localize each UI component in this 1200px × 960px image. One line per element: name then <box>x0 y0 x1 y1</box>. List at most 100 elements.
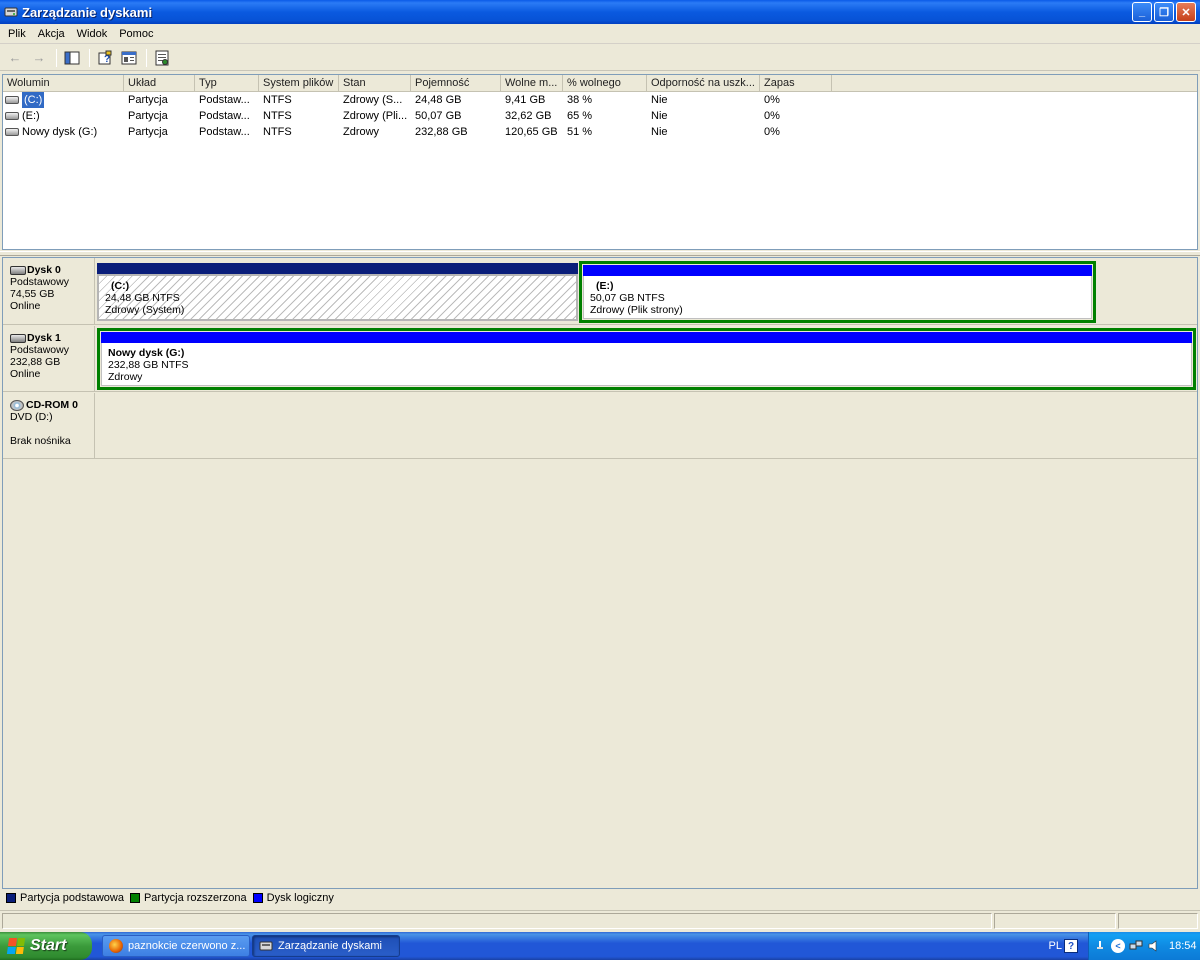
network-icon[interactable] <box>1129 939 1143 953</box>
fault-tolerance-cell: Nie <box>651 110 668 122</box>
properties-icon <box>121 51 137 64</box>
minimize-button[interactable]: _ <box>1132 2 1152 22</box>
partition-status: Zdrowy (Plik strony) <box>590 304 683 316</box>
type-cell: Podstaw... <box>199 110 250 122</box>
column-header-volume[interactable]: Wolumin <box>3 75 124 92</box>
partition-status: Zdrowy <box>108 371 143 383</box>
disk-name: CD-ROM 0 <box>26 399 78 411</box>
volume-icon[interactable] <box>1147 939 1161 953</box>
layout-cell: Partycja <box>128 126 168 138</box>
logical-drive-e[interactable]: (E:) 50,07 GB NTFS Zdrowy (Plik strony) <box>583 265 1092 319</box>
column-header-layout[interactable]: Układ <box>124 75 195 92</box>
table-row[interactable]: (E:) Partycja Podstaw... NTFS Zdrowy (Pl… <box>3 108 1197 124</box>
disk-management-icon <box>4 5 18 19</box>
disk-row-cdrom[interactable]: CD-ROM 0 DVD (D:) Brak nośnika <box>3 393 1197 459</box>
free-space-cell: 9,41 GB <box>505 94 546 106</box>
help-topic-button[interactable]: ? <box>94 48 116 68</box>
clock[interactable]: 18:54 <box>1169 940 1197 952</box>
restore-button[interactable]: ❐ <box>1154 2 1174 22</box>
drive-icon <box>5 96 19 104</box>
back-arrow-icon: ← <box>8 50 22 65</box>
layout-cell: Partycja <box>128 110 168 122</box>
legend-item-primary: Partycja podstawowa <box>4 892 124 904</box>
console-tree-icon <box>64 51 80 64</box>
type-cell: Podstaw... <box>199 126 250 138</box>
disk-status: Online <box>10 300 41 312</box>
show-hide-console-tree-button[interactable] <box>61 48 83 68</box>
logical-drive-bar <box>101 332 1192 343</box>
menu-bar: Plik Akcja Widok Pomoc <box>0 24 1200 44</box>
pane-splitter[interactable] <box>0 251 1200 256</box>
disk-0-label[interactable]: Dysk 0 Podstawowy 74,55 GB Online <box>3 258 95 324</box>
column-header-capacity[interactable]: Pojemność <box>411 75 501 92</box>
column-header-fault-tolerance[interactable]: Odporność na uszk... <box>647 75 760 92</box>
legend-label: Partycja rozszerzona <box>143 892 247 904</box>
disk-status: Online <box>10 368 41 380</box>
column-header-free-space[interactable]: Wolne m... <box>501 75 563 92</box>
logical-drive-g[interactable]: Nowy dysk (G:) 232,88 GB NTFS Zdrowy <box>101 332 1192 386</box>
start-label: Start <box>30 937 67 954</box>
partition-size: 232,88 GB NTFS <box>108 359 189 371</box>
status-panel <box>2 913 992 929</box>
disk-size <box>10 423 94 435</box>
column-header-status[interactable]: Stan <box>339 75 411 92</box>
cdrom-0-label[interactable]: CD-ROM 0 DVD (D:) Brak nośnika <box>3 393 95 458</box>
filesystem-cell: NTFS <box>263 126 292 138</box>
column-header-overhead[interactable]: Zapas <box>760 75 832 92</box>
chevron-left-icon[interactable]: < <box>1111 939 1125 953</box>
extended-partition[interactable]: Nowy dysk (G:) 232,88 GB NTFS Zdrowy <box>97 328 1196 390</box>
capacity-cell: 24,48 GB <box>415 94 462 106</box>
legend-swatch <box>129 893 140 903</box>
safely-remove-hardware-icon[interactable] <box>1093 939 1107 953</box>
list-settings-icon <box>155 50 169 65</box>
toolbar: ← → ? <box>0 45 1200 71</box>
partition-size: 50,07 GB NTFS <box>590 292 665 304</box>
table-row[interactable]: Nowy dysk (G:) Partycja Podstaw... NTFS … <box>3 124 1197 140</box>
disk-row-0[interactable]: Dysk 0 Podstawowy 74,55 GB Online (C:) 2… <box>3 258 1197 325</box>
taskbar-button-disk-management[interactable]: Zarządzanie dyskami <box>252 935 400 957</box>
status-cell: Zdrowy (Pli... <box>343 110 408 122</box>
hard-disk-icon <box>10 265 26 275</box>
legend-label: Dysk logiczny <box>266 892 334 904</box>
fault-tolerance-cell: Nie <box>651 94 668 106</box>
taskbar-button-firefox[interactable]: paznokcie czerwono z... <box>102 935 250 957</box>
start-button[interactable]: Start <box>0 932 92 960</box>
task-label: paznokcie czerwono z... <box>128 940 246 952</box>
hard-disk-icon <box>10 333 26 343</box>
volume-list-header: Wolumin Układ Typ System plików Stan Poj… <box>3 75 1197 92</box>
menu-action[interactable]: Akcja <box>32 28 71 40</box>
column-header-type[interactable]: Typ <box>195 75 259 92</box>
legend-swatch <box>6 893 16 903</box>
disk-1-label[interactable]: Dysk 1 Podstawowy 232,88 GB Online <box>3 326 95 391</box>
settings-view-button[interactable] <box>151 48 173 68</box>
back-button[interactable]: ← <box>4 48 26 68</box>
disk-management-icon <box>259 939 273 953</box>
menu-file[interactable]: Plik <box>2 28 32 40</box>
menu-help[interactable]: Pomoc <box>113 28 159 40</box>
extended-partition[interactable]: (E:) 50,07 GB NTFS Zdrowy (Plik strony) <box>579 261 1096 323</box>
column-header-percent-free[interactable]: % wolnego <box>563 75 647 92</box>
drive-icon <box>5 128 19 136</box>
capacity-cell: 232,88 GB <box>415 126 468 138</box>
overhead-cell: 0% <box>764 94 780 106</box>
cd-rom-icon <box>10 399 24 411</box>
menu-view[interactable]: Widok <box>71 28 114 40</box>
disk-row-1[interactable]: Dysk 1 Podstawowy 232,88 GB Online Nowy … <box>3 326 1197 392</box>
toolbar-separator <box>146 48 147 67</box>
filesystem-cell: NTFS <box>263 94 292 106</box>
partition-c[interactable]: (C:) 24,48 GB NTFS Zdrowy (System) <box>97 263 578 321</box>
volume-list[interactable]: Wolumin Układ Typ System plików Stan Poj… <box>2 74 1198 250</box>
fault-tolerance-cell: Nie <box>651 126 668 138</box>
language-indicator[interactable]: PL <box>1049 940 1062 952</box>
disk-graphical-view[interactable]: Dysk 0 Podstawowy 74,55 GB Online (C:) 2… <box>2 257 1198 889</box>
forward-button[interactable]: → <box>28 48 50 68</box>
properties-button[interactable] <box>118 48 140 68</box>
logical-drive-bar <box>583 265 1092 276</box>
close-button[interactable]: ✕ <box>1176 2 1196 22</box>
help-icon[interactable]: ? <box>1064 939 1078 953</box>
column-header-filesystem[interactable]: System plików <box>259 75 339 92</box>
volume-name: (E:) <box>22 110 40 122</box>
toolbar-separator <box>56 48 57 67</box>
title-bar[interactable]: Zarządzanie dyskami _ ❐ ✕ <box>0 0 1200 24</box>
table-row[interactable]: (C:) Partycja Podstaw... NTFS Zdrowy (S.… <box>3 92 1197 108</box>
